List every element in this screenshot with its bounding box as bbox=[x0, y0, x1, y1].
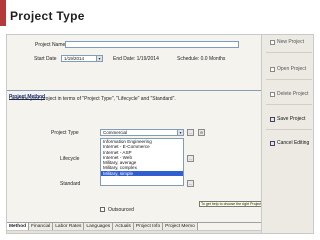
section-header: Project Method bbox=[7, 85, 261, 100]
tab-actuals[interactable]: Actuals bbox=[113, 223, 134, 230]
start-date-value: 1/19/2014 bbox=[64, 56, 85, 61]
end-date-text: End Date: 1/19/2014 bbox=[113, 56, 159, 62]
new-document-icon bbox=[270, 39, 275, 45]
cancel-editing-label: Cancel Editing bbox=[277, 140, 310, 146]
new-project-label: New Project bbox=[277, 39, 304, 45]
lifecycle-help-button[interactable]: ... bbox=[187, 155, 194, 162]
start-date-input[interactable]: 1/19/2014 ▾ bbox=[61, 55, 103, 62]
start-date-label: Start Date bbox=[34, 56, 57, 62]
tab-labor-rates[interactable]: Labor Rates bbox=[53, 223, 85, 230]
save-project-button[interactable]: Save Project bbox=[270, 116, 305, 122]
open-project-button[interactable]: Open Project bbox=[270, 66, 306, 72]
tab-languages[interactable]: Languages bbox=[84, 223, 114, 230]
chevron-down-icon[interactable]: ▾ bbox=[177, 130, 183, 135]
project-name-input[interactable] bbox=[65, 41, 239, 48]
chevron-down-icon[interactable]: ▾ bbox=[96, 56, 102, 61]
section-description: Describe your project in terms of "Proje… bbox=[9, 96, 176, 102]
tab-project-info[interactable]: Project Info bbox=[133, 223, 164, 230]
app-window: Project Name Start Date 1/19/2014 ▾ End … bbox=[6, 34, 314, 234]
folder-open-icon bbox=[270, 66, 275, 72]
new-project-button[interactable]: New Project bbox=[270, 39, 304, 45]
cancel-icon bbox=[270, 140, 275, 146]
standard-label: Standard bbox=[60, 181, 81, 187]
sidebar-divider bbox=[266, 52, 312, 53]
sidebar: New Project Open Project Delete Project … bbox=[261, 35, 313, 233]
project-type-info-button[interactable]: ⊖ bbox=[198, 129, 205, 136]
project-type-help-button[interactable]: ... bbox=[187, 129, 194, 136]
delete-icon bbox=[270, 91, 275, 97]
horizontal-scrollbar[interactable] bbox=[7, 230, 261, 233]
delete-project-label: Delete Project bbox=[277, 91, 309, 97]
tab-project-memo[interactable]: Project Memo bbox=[163, 223, 198, 230]
tab-method[interactable]: Method bbox=[7, 223, 30, 230]
standard-help-button[interactable]: ... bbox=[187, 180, 194, 187]
sidebar-divider bbox=[266, 129, 312, 130]
delete-project-button[interactable]: Delete Project bbox=[270, 91, 308, 97]
schedule-text: Schedule: 0.0 Months bbox=[177, 56, 226, 62]
project-name-label: Project Name bbox=[35, 42, 66, 48]
sidebar-divider bbox=[266, 79, 312, 80]
slide-accent-bar bbox=[0, 0, 6, 26]
lifecycle-label: Lifecycle bbox=[60, 156, 80, 162]
project-type-value: Commercial bbox=[103, 130, 128, 135]
save-project-label: Save Project bbox=[277, 116, 306, 122]
cancel-editing-button[interactable]: Cancel Editing bbox=[270, 140, 309, 146]
slide-title: Project Type bbox=[10, 9, 85, 23]
outsourced-label: Outsourced bbox=[108, 207, 134, 213]
list-item-selected[interactable]: Military, simple bbox=[101, 170, 183, 177]
tab-financial[interactable]: Financial bbox=[29, 223, 54, 230]
open-project-label: Open Project bbox=[277, 66, 307, 72]
project-type-dropdown-list[interactable]: Information Engineering Internet - E-Com… bbox=[100, 138, 184, 186]
tab-bar: Method Financial Labor Rates Languages A… bbox=[7, 222, 261, 230]
sidebar-divider bbox=[266, 104, 312, 105]
project-type-label: Project Type bbox=[51, 130, 79, 136]
project-type-select[interactable]: Commercial ▾ bbox=[100, 129, 184, 136]
save-icon bbox=[270, 116, 275, 122]
outsourced-checkbox[interactable] bbox=[100, 207, 105, 212]
